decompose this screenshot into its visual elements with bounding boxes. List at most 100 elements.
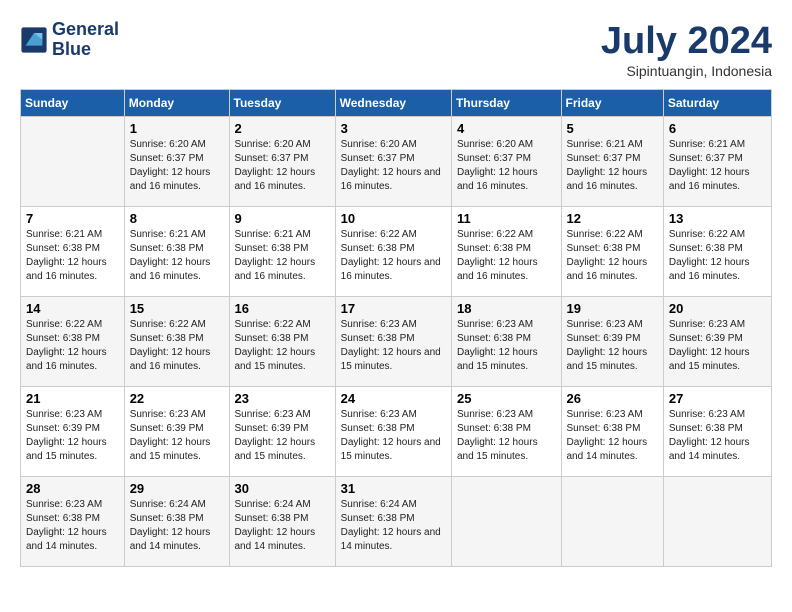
page-header: General Blue July 2024 Sipintuangin, Ind… bbox=[20, 20, 772, 79]
calendar-cell: 21 Sunrise: 6:23 AM Sunset: 6:39 PM Dayli… bbox=[21, 387, 125, 477]
logo-icon bbox=[20, 26, 48, 54]
calendar-cell: 24 Sunrise: 6:23 AM Sunset: 6:38 PM Dayli… bbox=[335, 387, 451, 477]
calendar-cell: 25Sunrise: 6:23 AM Sunset: 6:38 PM Dayli… bbox=[451, 387, 561, 477]
day-info: Sunrise: 6:23 AM Sunset: 6:39 PM Dayligh… bbox=[130, 408, 224, 464]
day-info: Sunrise: 6:22 AM Sunset: 6:38 PM Dayligh… bbox=[130, 318, 224, 374]
day-info: Sunrise: 6:23 AM Sunset: 6:38 PM Dayligh… bbox=[669, 408, 766, 464]
logo-line1: General bbox=[52, 20, 119, 40]
day-number: 22 bbox=[130, 391, 224, 406]
calendar-cell bbox=[663, 477, 771, 567]
calendar-cell: 22 Sunrise: 6:23 AM Sunset: 6:39 PM Dayli… bbox=[124, 387, 229, 477]
title-block: July 2024 Sipintuangin, Indonesia bbox=[601, 20, 772, 79]
day-info: Sunrise: 6:23 AM Sunset: 6:38 PM Dayligh… bbox=[457, 318, 556, 374]
calendar-cell: 16Sunrise: 6:22 AM Sunset: 6:38 PM Dayli… bbox=[229, 297, 335, 387]
day-number: 27 bbox=[669, 391, 766, 406]
header-row: SundayMondayTuesdayWednesdayThursdayFrid… bbox=[21, 90, 772, 117]
day-info: Sunrise: 6:20 AM Sunset: 6:37 PM Dayligh… bbox=[130, 138, 224, 194]
day-number: 21 bbox=[26, 391, 119, 406]
logo-text: General Blue bbox=[52, 20, 119, 60]
weekday-header: Sunday bbox=[21, 90, 125, 117]
day-number: 12 bbox=[567, 211, 658, 226]
calendar-cell: 4 Sunrise: 6:20 AM Sunset: 6:37 PM Daylig… bbox=[451, 117, 561, 207]
day-number: 9 bbox=[235, 211, 330, 226]
day-info: Sunrise: 6:23 AM Sunset: 6:39 PM Dayligh… bbox=[567, 318, 658, 374]
weekday-header: Wednesday bbox=[335, 90, 451, 117]
calendar-cell: 1Sunrise: 6:20 AM Sunset: 6:37 PM Daylig… bbox=[124, 117, 229, 207]
calendar-week-row: 28Sunrise: 6:23 AM Sunset: 6:38 PM Dayli… bbox=[21, 477, 772, 567]
day-info: Sunrise: 6:22 AM Sunset: 6:38 PM Dayligh… bbox=[457, 228, 556, 284]
calendar-cell: 6 Sunrise: 6:21 AM Sunset: 6:37 PM Daylig… bbox=[663, 117, 771, 207]
calendar-cell: 5 Sunrise: 6:21 AM Sunset: 6:37 PM Daylig… bbox=[561, 117, 663, 207]
day-info: Sunrise: 6:23 AM Sunset: 6:38 PM Dayligh… bbox=[341, 408, 446, 464]
day-info: Sunrise: 6:20 AM Sunset: 6:37 PM Dayligh… bbox=[341, 138, 446, 194]
day-number: 20 bbox=[669, 301, 766, 316]
day-info: Sunrise: 6:21 AM Sunset: 6:37 PM Dayligh… bbox=[567, 138, 658, 194]
day-number: 7 bbox=[26, 211, 119, 226]
calendar-cell: 17 Sunrise: 6:23 AM Sunset: 6:38 PM Dayli… bbox=[335, 297, 451, 387]
weekday-header: Thursday bbox=[451, 90, 561, 117]
day-info: Sunrise: 6:21 AM Sunset: 6:38 PM Dayligh… bbox=[26, 228, 119, 284]
calendar-week-row: 1Sunrise: 6:20 AM Sunset: 6:37 PM Daylig… bbox=[21, 117, 772, 207]
calendar-cell: 12Sunrise: 6:22 AM Sunset: 6:38 PM Dayli… bbox=[561, 207, 663, 297]
calendar-cell: 9 Sunrise: 6:21 AM Sunset: 6:38 PM Daylig… bbox=[229, 207, 335, 297]
calendar-cell: 26 Sunrise: 6:23 AM Sunset: 6:38 PM Dayli… bbox=[561, 387, 663, 477]
day-number: 5 bbox=[567, 121, 658, 136]
day-info: Sunrise: 6:23 AM Sunset: 6:38 PM Dayligh… bbox=[26, 498, 119, 554]
day-number: 23 bbox=[235, 391, 330, 406]
day-number: 19 bbox=[567, 301, 658, 316]
day-info: Sunrise: 6:21 AM Sunset: 6:37 PM Dayligh… bbox=[669, 138, 766, 194]
day-info: Sunrise: 6:22 AM Sunset: 6:38 PM Dayligh… bbox=[341, 228, 446, 284]
calendar-week-row: 7 Sunrise: 6:21 AM Sunset: 6:38 PM Daylig… bbox=[21, 207, 772, 297]
calendar-cell: 20 Sunrise: 6:23 AM Sunset: 6:39 PM Dayli… bbox=[663, 297, 771, 387]
day-info: Sunrise: 6:23 AM Sunset: 6:38 PM Dayligh… bbox=[341, 318, 446, 374]
calendar-cell bbox=[21, 117, 125, 207]
calendar-cell: 23 Sunrise: 6:23 AM Sunset: 6:39 PM Dayli… bbox=[229, 387, 335, 477]
subtitle: Sipintuangin, Indonesia bbox=[601, 63, 772, 79]
day-info: Sunrise: 6:23 AM Sunset: 6:39 PM Dayligh… bbox=[669, 318, 766, 374]
calendar-cell: 11 Sunrise: 6:22 AM Sunset: 6:38 PM Dayli… bbox=[451, 207, 561, 297]
day-info: Sunrise: 6:22 AM Sunset: 6:38 PM Dayligh… bbox=[26, 318, 119, 374]
calendar-cell: 30Sunrise: 6:24 AM Sunset: 6:38 PM Dayli… bbox=[229, 477, 335, 567]
day-number: 18 bbox=[457, 301, 556, 316]
logo: General Blue bbox=[20, 20, 119, 60]
day-number: 4 bbox=[457, 121, 556, 136]
day-number: 8 bbox=[130, 211, 224, 226]
day-info: Sunrise: 6:20 AM Sunset: 6:37 PM Dayligh… bbox=[235, 138, 330, 194]
weekday-header: Saturday bbox=[663, 90, 771, 117]
day-number: 15 bbox=[130, 301, 224, 316]
calendar-cell: 28Sunrise: 6:23 AM Sunset: 6:38 PM Dayli… bbox=[21, 477, 125, 567]
weekday-header: Monday bbox=[124, 90, 229, 117]
day-info: Sunrise: 6:20 AM Sunset: 6:37 PM Dayligh… bbox=[457, 138, 556, 194]
day-info: Sunrise: 6:24 AM Sunset: 6:38 PM Dayligh… bbox=[130, 498, 224, 554]
day-number: 6 bbox=[669, 121, 766, 136]
day-number: 25 bbox=[457, 391, 556, 406]
day-number: 17 bbox=[341, 301, 446, 316]
calendar-cell: 29Sunrise: 6:24 AM Sunset: 6:38 PM Dayli… bbox=[124, 477, 229, 567]
day-info: Sunrise: 6:23 AM Sunset: 6:39 PM Dayligh… bbox=[235, 408, 330, 464]
calendar-cell: 10 Sunrise: 6:22 AM Sunset: 6:38 PM Dayli… bbox=[335, 207, 451, 297]
day-info: Sunrise: 6:21 AM Sunset: 6:38 PM Dayligh… bbox=[130, 228, 224, 284]
main-title: July 2024 bbox=[601, 20, 772, 63]
calendar-cell: 8 Sunrise: 6:21 AM Sunset: 6:38 PM Daylig… bbox=[124, 207, 229, 297]
calendar-cell bbox=[451, 477, 561, 567]
day-info: Sunrise: 6:22 AM Sunset: 6:38 PM Dayligh… bbox=[235, 318, 330, 374]
day-number: 10 bbox=[341, 211, 446, 226]
calendar-cell: 15 Sunrise: 6:22 AM Sunset: 6:38 PM Dayli… bbox=[124, 297, 229, 387]
day-number: 30 bbox=[235, 481, 330, 496]
day-number: 24 bbox=[341, 391, 446, 406]
calendar-cell: 13Sunrise: 6:22 AM Sunset: 6:38 PM Dayli… bbox=[663, 207, 771, 297]
calendar-cell: 27 Sunrise: 6:23 AM Sunset: 6:38 PM Dayli… bbox=[663, 387, 771, 477]
calendar-cell: 18 Sunrise: 6:23 AM Sunset: 6:38 PM Dayli… bbox=[451, 297, 561, 387]
day-info: Sunrise: 6:23 AM Sunset: 6:39 PM Dayligh… bbox=[26, 408, 119, 464]
day-number: 26 bbox=[567, 391, 658, 406]
day-info: Sunrise: 6:21 AM Sunset: 6:38 PM Dayligh… bbox=[235, 228, 330, 284]
calendar-cell: 19 Sunrise: 6:23 AM Sunset: 6:39 PM Dayli… bbox=[561, 297, 663, 387]
day-info: Sunrise: 6:22 AM Sunset: 6:38 PM Dayligh… bbox=[669, 228, 766, 284]
day-number: 3 bbox=[341, 121, 446, 136]
day-number: 31 bbox=[341, 481, 446, 496]
day-info: Sunrise: 6:24 AM Sunset: 6:38 PM Dayligh… bbox=[341, 498, 446, 554]
day-info: Sunrise: 6:23 AM Sunset: 6:38 PM Dayligh… bbox=[567, 408, 658, 464]
day-number: 11 bbox=[457, 211, 556, 226]
calendar-cell: 14Sunrise: 6:22 AM Sunset: 6:38 PM Dayli… bbox=[21, 297, 125, 387]
weekday-header: Tuesday bbox=[229, 90, 335, 117]
